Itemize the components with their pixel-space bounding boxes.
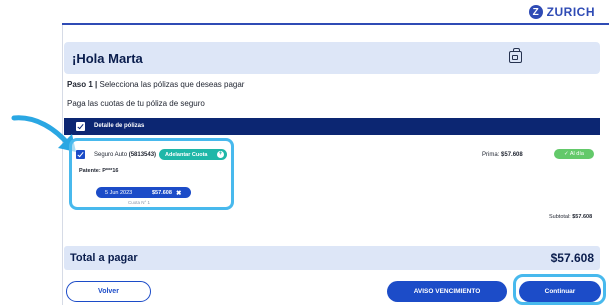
step-label: Paso 1 |	[67, 80, 98, 89]
installment-number: Cuota N° 1	[128, 200, 151, 205]
total-bar: Total a pagar $57.608	[64, 246, 600, 270]
status-badge: ✓ Al día	[554, 149, 594, 159]
zurich-logo[interactable]: Z ZURICH	[528, 4, 595, 20]
payment-page: Z ZURICH ¡Hola Marta Paso 1 | Selecciona…	[0, 0, 609, 305]
back-button[interactable]: Volver	[66, 281, 151, 302]
subtotal-label: Subtotal:	[549, 214, 573, 220]
id-card-icon[interactable]	[509, 48, 522, 63]
table-header-label: Detalle de pólizas	[94, 123, 145, 129]
advance-installment-button[interactable]: Adelantar Cuota +	[159, 149, 227, 160]
subtotal: Subtotal: $57.608	[549, 214, 592, 220]
installment-date: 5 Jun 2023	[105, 190, 133, 196]
due-notice-button[interactable]: AVISO VENCIMIENTO	[387, 281, 507, 302]
page-subtitle: Paga las cuotas de tu póliza de seguro	[67, 99, 205, 108]
premium-label: Prima:	[482, 152, 502, 158]
total-amount: $57.608	[550, 251, 594, 265]
zurich-logo-icon: Z	[528, 5, 543, 19]
advance-installment-label: Adelantar Cuota	[165, 151, 208, 158]
plus-icon: +	[217, 151, 224, 158]
premium-value: $57.608	[501, 152, 523, 158]
continue-button[interactable]: Continuar	[519, 281, 601, 302]
policy-name-text: Seguro Auto	[94, 152, 129, 158]
header-divider	[62, 23, 609, 25]
installment-chip[interactable]: 5 Jun 2023 $57.608 ✖	[96, 187, 191, 198]
close-icon[interactable]: ✖	[176, 189, 181, 197]
step-instruction: Paso 1 | Selecciona las pólizas que dese…	[67, 80, 244, 89]
greeting-text: ¡Hola Marta	[72, 51, 143, 66]
policy-name: Seguro Auto (5813543)	[94, 152, 156, 158]
total-label: Total a pagar	[70, 252, 138, 264]
zurich-logo-text: ZURICH	[546, 5, 595, 19]
greeting-banner: ¡Hola Marta	[64, 42, 600, 74]
top-bar: Z ZURICH	[62, 0, 609, 24]
policy-number: (5813543)	[128, 152, 157, 158]
subtotal-value: $57.608	[572, 214, 593, 220]
policies-table-header: Detalle de pólizas	[64, 118, 600, 135]
step-text: Selecciona las pólizas que deseas pagar	[97, 80, 245, 89]
plate-label: Patente: P***16	[79, 168, 119, 174]
installment-amount: $57.608	[152, 190, 172, 196]
premium: Prima: $57.608	[482, 152, 523, 158]
policy-checkbox[interactable]	[76, 150, 85, 159]
